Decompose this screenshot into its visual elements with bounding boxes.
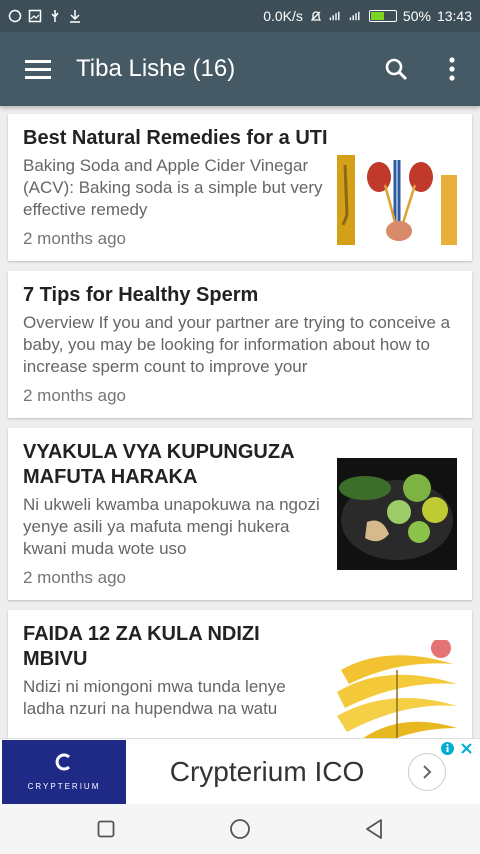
search-icon [385,58,408,81]
vegetables-bowl-image [337,458,457,570]
search-button[interactable] [368,32,424,106]
article-excerpt: Ni ukweli kwamba unapokuwa na ngozi yeny… [23,495,320,558]
image-icon [28,9,42,23]
app-bar: Tiba Lishe (16) [0,32,480,106]
article-card[interactable]: Best Natural Remedies for a UTI Baking S… [8,114,472,261]
network-speed: 0.0K/s [263,8,303,24]
ad-logo-text: CRYPTERIUM [27,782,101,791]
status-bar: 0.0K/s 50% 13:43 [0,0,480,32]
back-triangle-icon [366,819,382,839]
recent-apps-button[interactable] [94,817,118,841]
chat-bubble-icon [8,9,22,23]
download-icon [68,9,82,23]
more-options-button[interactable] [424,32,480,106]
menu-button[interactable] [0,32,76,106]
article-title: Best Natural Remedies for a UTI [23,127,328,149]
square-icon [97,820,115,838]
signal-icon [329,9,343,23]
back-button[interactable] [362,817,386,841]
ad-logo: CRYPTERIUM [2,739,126,804]
chevron-right-icon [423,764,432,779]
article-excerpt: Ndizi ni miongoni mwa tunda lenye ladha … [23,677,286,718]
usb-icon [48,9,62,23]
urinary-system-image [337,155,457,245]
battery-icon [368,10,397,22]
crypterium-logo-icon [54,752,74,776]
navigation-bar [0,804,480,854]
battery-percent: 50% [402,8,431,24]
signal-icon-2 [349,9,363,23]
article-excerpt: Overview If you and your partner are try… [23,313,451,376]
home-button[interactable] [228,817,252,841]
article-card[interactable]: 7 Tips for Healthy Sperm Overview If you… [8,271,472,418]
article-list: Best Natural Remedies for a UTI Baking S… [8,114,472,750]
mute-icon [309,9,323,23]
article-card[interactable]: VYAKULA VYA KUPUNGUZA MAFUTA HARAKA Ni u… [8,428,472,600]
article-time: 2 months ago [23,386,127,405]
article-title: FAIDA 12 ZA KULA NDIZI MBIVU [23,623,260,670]
article-excerpt: Baking Soda and Apple Cider Vinegar (ACV… [23,156,323,219]
ad-close-icon[interactable] [459,741,474,759]
circle-icon [230,819,250,839]
page-title: Tiba Lishe (16) [76,55,236,82]
ad-banner[interactable]: CRYPTERIUM Crypterium ICO [0,738,480,804]
ad-info-icon[interactable] [440,741,455,759]
article-card[interactable]: FAIDA 12 ZA KULA NDIZI MBIVU Ndizi ni mi… [8,610,472,740]
bananas-image [337,640,457,740]
ad-headline[interactable]: Crypterium ICO [126,756,408,788]
clock: 13:43 [436,8,472,24]
article-time: 2 months ago [23,568,127,587]
article-title: VYAKULA VYA KUPUNGUZA MAFUTA HARAKA [23,441,294,488]
ad-badges [440,741,474,759]
article-title: 7 Tips for Healthy Sperm [23,284,259,306]
menu-icon [25,60,51,79]
more-vert-icon [449,57,455,81]
